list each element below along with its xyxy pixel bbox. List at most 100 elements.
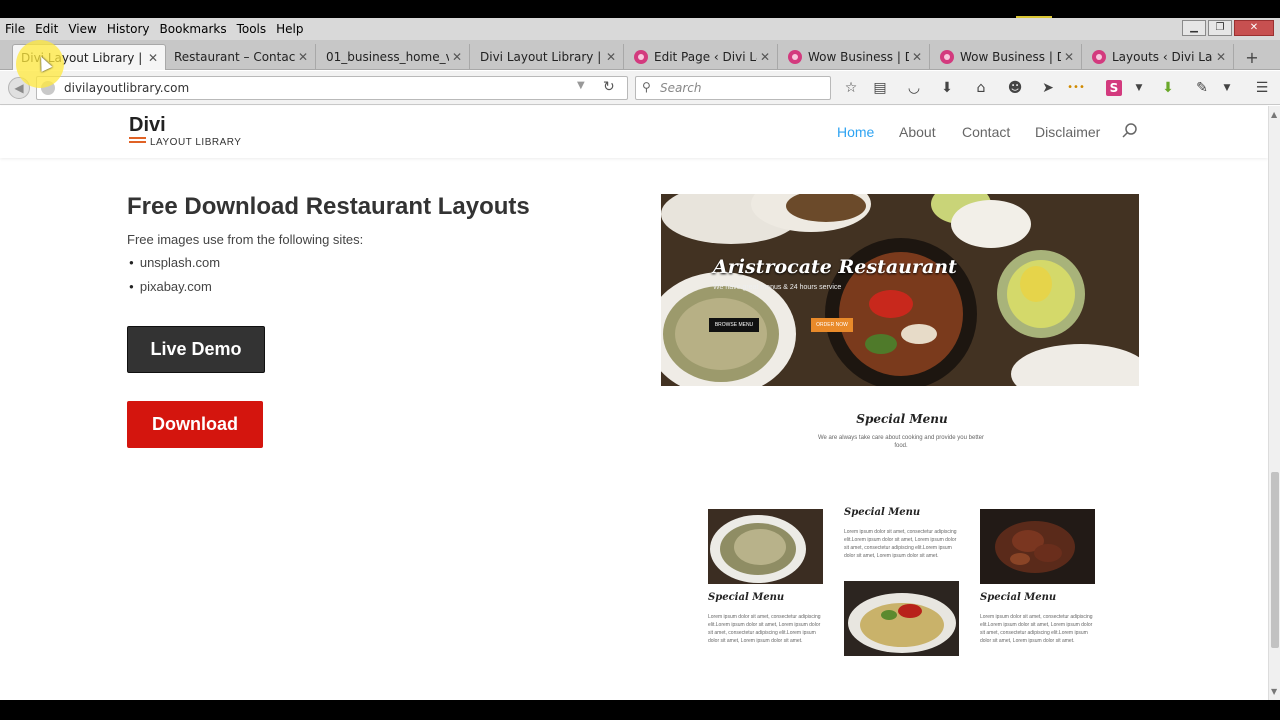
live-demo-button[interactable]: Live Demo <box>127 326 265 373</box>
url-text[interactable]: divilayoutlibrary.com <box>64 81 189 95</box>
food-thumbnail <box>844 581 959 656</box>
dropdown-arrow-icon[interactable]: ▼ <box>1217 79 1237 97</box>
url-bar[interactable]: divilayoutlibrary.com ▼ ↻ <box>36 76 628 100</box>
tab-wow-business-2[interactable]: Wow Business | Di... ✕ <box>932 44 1082 70</box>
logo-subtitle[interactable]: LAYOUT LIBRARY <box>150 137 241 148</box>
tab-title: Edit Page ‹ Divi La... <box>654 50 757 64</box>
bookmark-star-icon[interactable]: ☆ <box>841 79 861 97</box>
hero-subtitle: We have great menus & 24 hours service <box>713 284 842 291</box>
menu-file[interactable]: File <box>0 18 30 40</box>
window-controls: ▁ ❐ ✕ <box>1182 20 1274 36</box>
dropdown-arrow-icon[interactable]: ▼ <box>1129 79 1149 97</box>
menu-help[interactable]: Help <box>271 18 308 40</box>
tab-title: 01_business_home_ve... <box>326 50 449 64</box>
menu-bookmarks[interactable]: Bookmarks <box>155 18 232 40</box>
site-header: Divi LAYOUT LIBRARY Home About Contact D… <box>0 106 1268 158</box>
pocket-icon[interactable]: ◡ <box>904 79 924 97</box>
page-scrollbar[interactable]: ▲ ▼ <box>1268 106 1280 700</box>
menu-tools[interactable]: Tools <box>232 18 272 40</box>
menu-view[interactable]: View <box>63 18 101 40</box>
tab-title: Divi Layout Library | Fr... <box>480 50 603 64</box>
grid-text: Lorem ipsum dolor sit amet, consectetur … <box>844 529 957 559</box>
tab-restaurant-contact[interactable]: Restaurant – Contact |... ✕ <box>166 44 316 70</box>
browser-window: File Edit View History Bookmarks Tools H… <box>0 0 1280 720</box>
pasta-plate-illustration <box>844 581 959 656</box>
tab-strip: Divi Layout Library | Fr... ✕ Restaurant… <box>0 40 1280 70</box>
search-icon[interactable] <box>1122 123 1138 139</box>
bottom-border <box>0 700 1280 720</box>
intro-text: Free images use from the following sites… <box>127 232 364 247</box>
hero-title: Aristrocate Restaurant <box>713 256 957 278</box>
extension-s-icon[interactable]: S <box>1106 80 1122 96</box>
send-icon[interactable]: ➤ <box>1038 79 1058 97</box>
reload-icon[interactable]: ↻ <box>603 79 615 95</box>
site-favicon-icon <box>940 50 954 64</box>
site-favicon-icon <box>634 50 648 64</box>
new-tab-icon[interactable]: + <box>1242 48 1262 67</box>
menu-edit[interactable]: Edit <box>30 18 63 40</box>
special-menu-heading: Special Menu <box>856 412 948 426</box>
close-tab-icon[interactable]: ✕ <box>757 50 773 64</box>
chat-icon[interactable]: ☻ <box>1005 79 1025 97</box>
close-tab-icon[interactable]: ✕ <box>603 50 619 64</box>
tab-title: Restaurant – Contact |... <box>174 50 295 64</box>
scroll-up-arrow-icon[interactable]: ▲ <box>1271 110 1277 119</box>
close-window-icon[interactable]: ✕ <box>1234 20 1274 36</box>
extension-dots-icon[interactable]: ••• <box>1066 79 1086 97</box>
tab-wow-business[interactable]: Wow Business | Di... ✕ <box>780 44 930 70</box>
home-icon[interactable]: ⌂ <box>971 79 991 97</box>
download-arrow-icon[interactable]: ⬇ <box>937 79 957 97</box>
special-menu-description: We are always take care about cooking an… <box>818 435 984 449</box>
close-tab-icon[interactable]: ✕ <box>1213 50 1229 64</box>
nav-about[interactable]: About <box>899 124 936 140</box>
list-item: pixabay.com <box>129 280 220 304</box>
site-favicon-icon <box>1092 50 1106 64</box>
download-button[interactable]: Download <box>127 401 263 448</box>
source-list: unsplash.com pixabay.com <box>129 256 220 304</box>
nav-disclaimer[interactable]: Disclaimer <box>1035 124 1100 140</box>
green-download-icon[interactable]: ⬇ <box>1158 79 1178 97</box>
grid-caption: Special Menu <box>844 507 921 518</box>
tab-divi-layout-library-2[interactable]: Divi Layout Library | Fr... ✕ <box>472 44 624 70</box>
tab-edit-page[interactable]: Edit Page ‹ Divi La... ✕ <box>626 44 778 70</box>
extension-icon[interactable]: ✎ <box>1192 79 1212 97</box>
site-favicon-icon <box>788 50 802 64</box>
logo-title[interactable]: Divi <box>129 114 166 137</box>
logo-mark-icon <box>129 137 146 145</box>
browse-menu-button: BROWSE MENU <box>709 318 759 332</box>
close-tab-icon[interactable]: ✕ <box>295 50 311 64</box>
navigation-toolbar: ◀ divilayoutlibrary.com ▼ ↻ ⚲ Search ☆ ▤… <box>0 71 1280 105</box>
search-icon: ⚲ <box>642 80 651 94</box>
order-now-button: ORDER NOW <box>811 318 853 332</box>
grid-caption: Special Menu <box>980 592 1057 603</box>
nav-home[interactable]: Home <box>837 124 874 140</box>
scroll-down-arrow-icon[interactable]: ▼ <box>1271 687 1277 696</box>
url-history-dropdown-icon[interactable]: ▼ <box>577 80 585 91</box>
close-tab-icon[interactable]: ✕ <box>449 50 465 64</box>
nav-contact[interactable]: Contact <box>962 124 1010 140</box>
food-thumbnail <box>708 509 823 584</box>
tab-title: Layouts ‹ Divi Lay... <box>1112 50 1213 64</box>
grilled-meat-illustration <box>980 509 1095 584</box>
list-item: unsplash.com <box>129 256 220 280</box>
layout-preview-hero-image[interactable]: Aristrocate Restaurant We have great men… <box>661 194 1139 386</box>
close-tab-icon[interactable]: ✕ <box>1061 50 1077 64</box>
scrollbar-thumb[interactable] <box>1271 472 1279 648</box>
tab-layouts[interactable]: Layouts ‹ Divi Lay... ✕ <box>1084 44 1234 70</box>
food-thumbnail <box>980 509 1095 584</box>
salad-bowl-illustration <box>708 509 823 584</box>
grid-text: Lorem ipsum dolor sit amet, consectetur … <box>980 614 1093 644</box>
minimize-icon[interactable]: ▁ <box>1182 20 1206 36</box>
tab-title: Wow Business | Di... <box>808 50 909 64</box>
reading-list-icon[interactable]: ▤ <box>870 79 890 97</box>
search-input[interactable]: ⚲ Search <box>635 76 831 100</box>
close-tab-icon[interactable]: ✕ <box>145 51 161 65</box>
menu-history[interactable]: History <box>102 18 155 40</box>
hamburger-menu-icon[interactable]: ☰ <box>1252 79 1272 97</box>
restore-icon[interactable]: ❐ <box>1208 20 1232 36</box>
tab-business-home[interactable]: 01_business_home_ve... ✕ <box>318 44 470 70</box>
menu-bar: File Edit View History Bookmarks Tools H… <box>0 18 1280 40</box>
tab-title: Wow Business | Di... <box>960 50 1061 64</box>
search-placeholder: Search <box>660 81 702 95</box>
close-tab-icon[interactable]: ✕ <box>909 50 925 64</box>
